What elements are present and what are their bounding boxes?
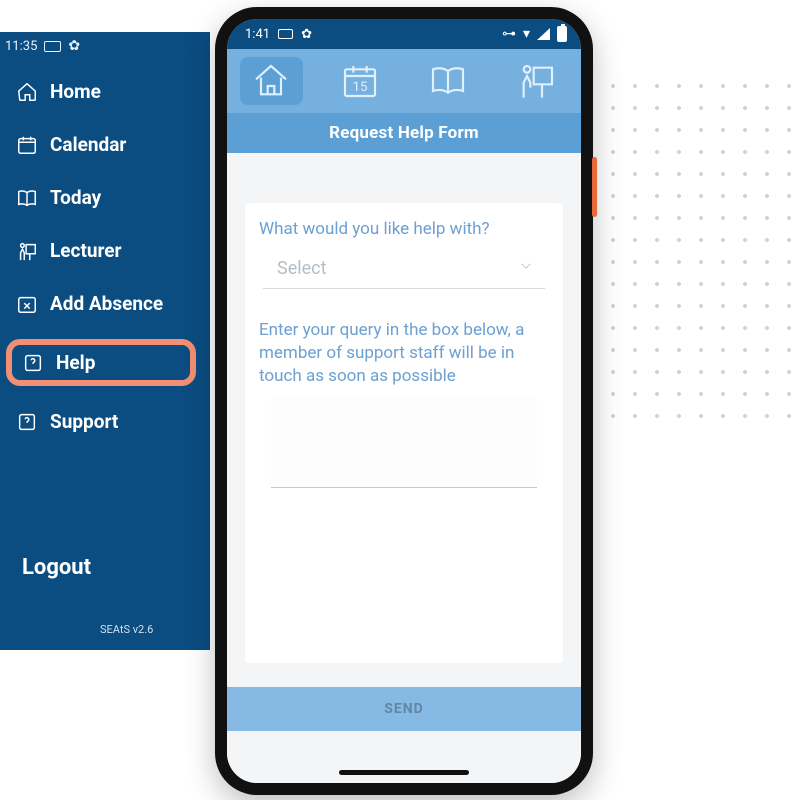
gear-icon: ✿ [301, 27, 312, 42]
sidebar-item-label: Add Absence [50, 292, 163, 315]
query-textarea[interactable] [271, 398, 537, 488]
send-label: SEND [384, 701, 423, 717]
tab-lecturer[interactable] [505, 57, 568, 105]
home-icon [16, 81, 38, 103]
sidebar-item-label: Lecturer [50, 239, 122, 262]
side-panel: 11:35 ✿ Home Calendar Today Lecturer Add… [0, 32, 210, 650]
gear-icon: ✿ [68, 38, 80, 54]
power-button [592, 157, 597, 217]
page-title: Request Help Form [227, 113, 581, 153]
vpn-icon: ⊶ [502, 26, 516, 42]
select-placeholder: Select [277, 258, 326, 279]
signal-icon [537, 28, 550, 40]
support-icon [16, 411, 38, 433]
sidebar-item-label: Help [56, 351, 95, 374]
form-card: What would you like help with? Select En… [245, 203, 563, 663]
tab-home[interactable] [240, 57, 303, 105]
q1-label: What would you like help with? [259, 219, 549, 239]
keyboard-icon [278, 29, 293, 39]
version-label: SEAtS v2.6 [100, 623, 153, 636]
wifi-icon: ▾ [523, 26, 530, 42]
chevron-down-icon [517, 257, 535, 280]
sidebar-item-today[interactable]: Today [6, 180, 210, 215]
battery-icon [557, 26, 567, 42]
help-icon [22, 352, 44, 374]
sidebar-status-time: 11:35 [5, 39, 37, 54]
keyboard-icon [44, 41, 61, 52]
form-body: What would you like help with? Select En… [227, 153, 581, 783]
sidebar-item-calendar[interactable]: Calendar [6, 127, 210, 162]
top-nav: 15 [227, 49, 581, 113]
page-title-text: Request Help Form [329, 123, 479, 143]
lecturer-icon [16, 240, 38, 262]
book-icon [425, 61, 471, 101]
home-icon [249, 61, 293, 101]
sidebar-item-add-absence[interactable]: Add Absence [6, 286, 210, 321]
tab-today[interactable] [417, 57, 480, 105]
phone-status-bar: 1:41 ✿ ⊶ ▾ [227, 19, 581, 49]
sidebar-items: Home Calendar Today Lecturer Add Absence… [0, 60, 210, 439]
tab-calendar[interactable]: 15 [328, 57, 391, 105]
phone-screen: 1:41 ✿ ⊶ ▾ 15 [227, 19, 581, 783]
decorative-dots [580, 75, 800, 435]
logout-button[interactable]: Logout [22, 555, 91, 580]
nav-indicator [339, 770, 469, 775]
sidebar-item-label: Support [50, 410, 118, 433]
sidebar-item-label: Home [50, 80, 101, 103]
calendar-icon [16, 134, 38, 156]
absence-icon [16, 293, 38, 315]
sidebar-item-lecturer[interactable]: Lecturer [6, 233, 210, 268]
sidebar-item-label: Calendar [50, 133, 126, 156]
phone-status-time: 1:41 [245, 27, 270, 42]
help-topic-select[interactable]: Select [263, 249, 545, 289]
sidebar-item-support[interactable]: Support [6, 404, 210, 439]
sidebar-item-label: Today [50, 186, 101, 209]
sidebar-item-help[interactable]: Help [6, 339, 196, 386]
sidebar-item-home[interactable]: Home [6, 74, 210, 109]
send-button[interactable]: SEND [227, 687, 581, 731]
phone-frame: 1:41 ✿ ⊶ ▾ 15 [215, 7, 593, 795]
calendar-icon: 15 [338, 61, 382, 101]
lecturer-icon [515, 61, 559, 101]
book-icon [16, 187, 38, 209]
q2-label: Enter your query in the box below, a mem… [259, 319, 549, 388]
sidebar-status-bar: 11:35 ✿ [0, 32, 210, 60]
calendar-num: 15 [352, 80, 367, 95]
